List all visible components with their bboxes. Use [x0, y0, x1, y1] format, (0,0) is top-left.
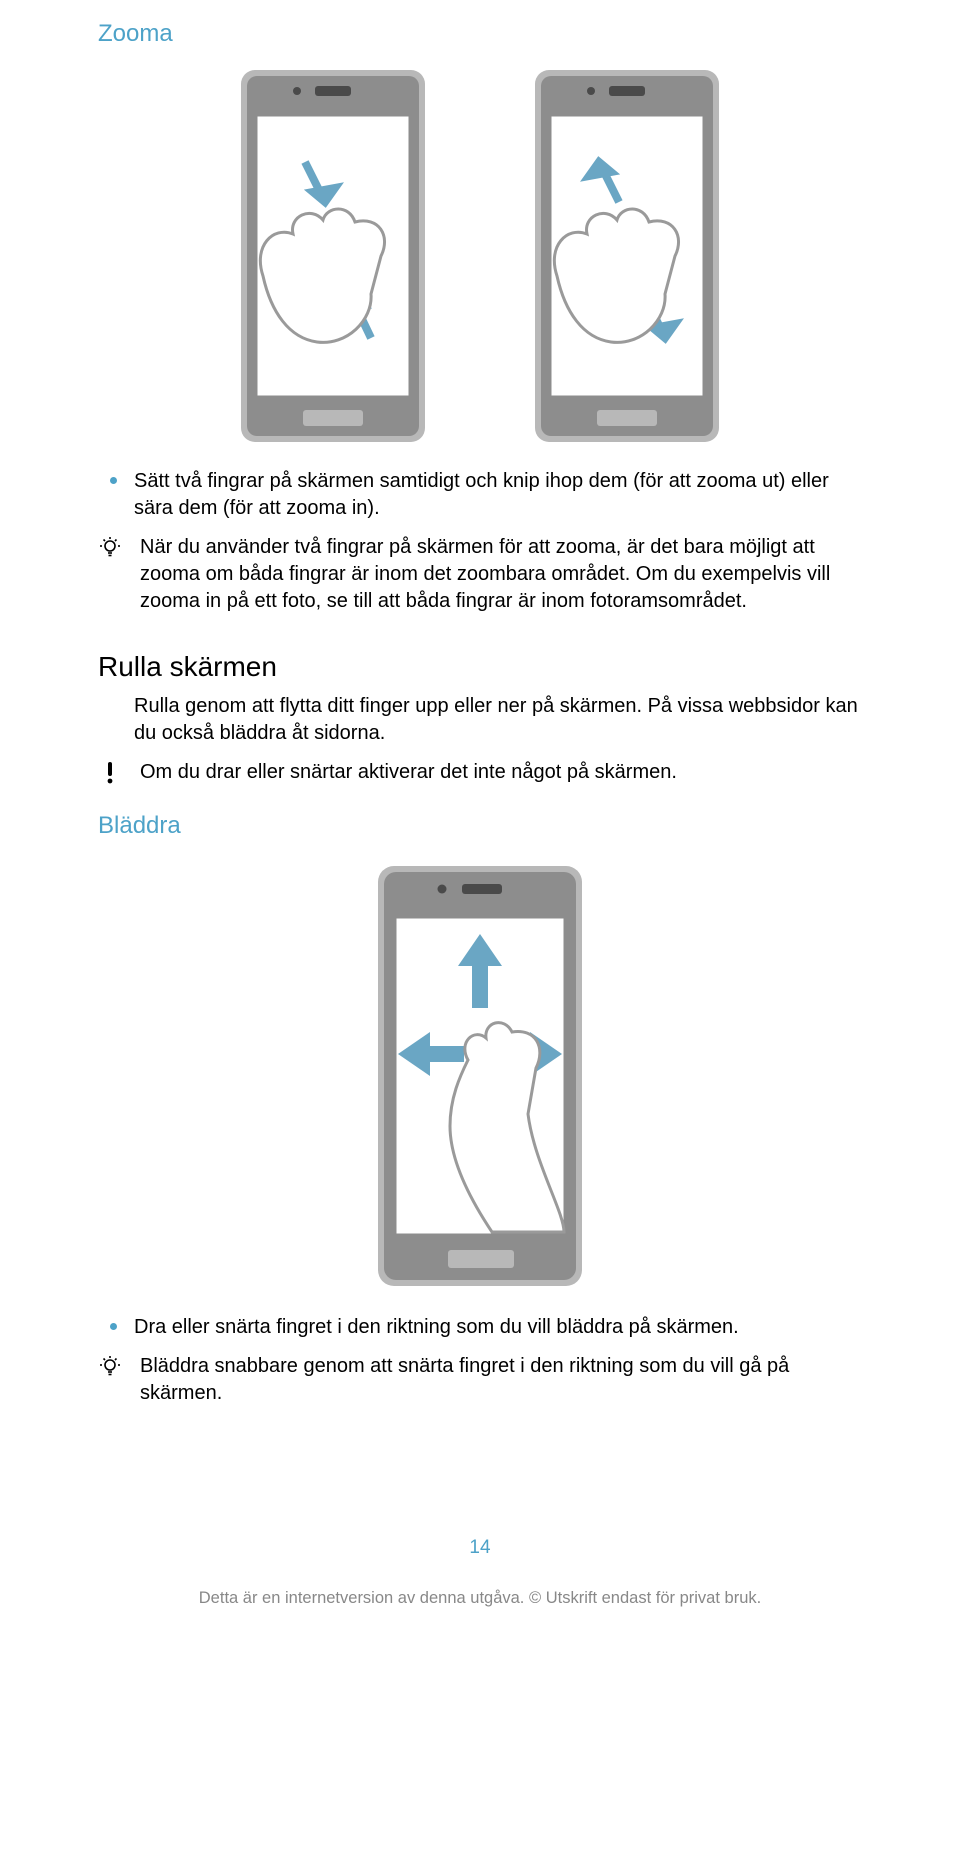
tip-flick-text: Bläddra snabbare genom att snärta fingre…	[140, 1353, 862, 1407]
footer-text: Detta är en internetversion av denna utg…	[98, 1589, 862, 1626]
bullet-zoom-item: Sätt två fingrar på skärmen samtidigt oc…	[98, 468, 862, 522]
page: Zooma	[0, 0, 960, 1855]
warning-scroll-row: Om du drar eller snärtar aktiverar det i…	[98, 759, 862, 786]
illustration-pinch-row	[98, 66, 862, 446]
body-scroll: Rulla genom att flytta ditt finger upp e…	[98, 693, 862, 747]
heading-scroll: Rulla skärmen	[98, 651, 862, 683]
lightbulb-icon	[98, 534, 122, 558]
page-number: 14	[98, 1537, 862, 1559]
tip-zoom-text: När du använder två fingrar på skärmen f…	[140, 534, 862, 615]
bullet-list-flick: Dra eller snärta fingret i den riktning …	[98, 1314, 862, 1341]
lightbulb-icon	[98, 1353, 122, 1377]
illustration-pinch-out	[517, 66, 737, 446]
illustration-flick-wrap	[98, 862, 862, 1292]
bullet-list-zoom: Sätt två fingrar på skärmen samtidigt oc…	[98, 468, 862, 522]
bullet-flick-item: Dra eller snärta fingret i den riktning …	[98, 1314, 862, 1341]
tip-zoom-row: När du använder två fingrar på skärmen f…	[98, 534, 862, 615]
warning-scroll-text: Om du drar eller snärtar aktiverar det i…	[140, 759, 862, 786]
heading-zoom: Zooma	[98, 20, 862, 48]
illustration-pinch-in	[223, 66, 443, 446]
tip-flick-row: Bläddra snabbare genom att snärta fingre…	[98, 1353, 862, 1407]
illustration-flick	[350, 862, 610, 1292]
exclamation-icon	[98, 759, 122, 785]
heading-flick: Bläddra	[98, 812, 862, 840]
